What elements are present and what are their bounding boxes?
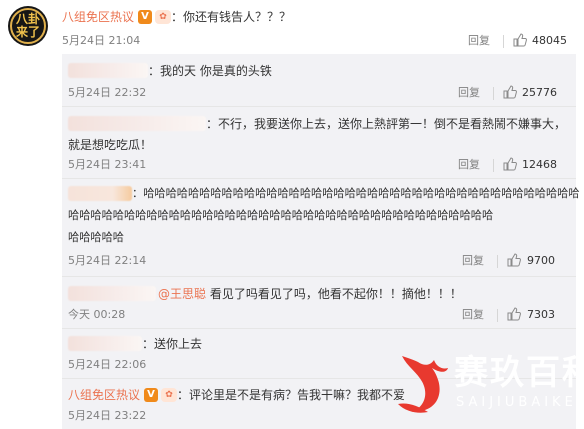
divider <box>62 328 576 329</box>
reply-button[interactable]: 回复 <box>462 308 484 322</box>
thumb-up-icon[interactable] <box>503 157 517 171</box>
like-count: 12468 <box>522 158 557 171</box>
divider <box>62 276 576 277</box>
thumb-up-icon[interactable] <box>507 253 521 267</box>
author-name[interactable]: 八组免区热议 <box>62 9 134 25</box>
thumb-up-icon[interactable] <box>507 307 521 321</box>
divider <box>62 106 576 107</box>
avatar[interactable]: 八卦 来了 <box>8 6 48 46</box>
fan-badge-icon: ✿ <box>161 388 177 402</box>
avatar-text-line2: 来了 <box>15 25 40 39</box>
reply-button[interactable]: 回复 <box>458 86 480 100</box>
reply-text-line2: 就是想吃吃瓜！ <box>68 138 153 152</box>
reply-author-name[interactable]: 八组免区热议 <box>68 387 140 403</box>
reply-text: ：评论里是不是有病？告我干嘛？我都不爱 <box>177 388 406 402</box>
reply-time: 5月24日 23:22 <box>68 409 147 422</box>
reply-text-line3: 哈哈哈哈哈 <box>68 231 124 244</box>
divider <box>62 178 576 179</box>
fan-badge-icon: ✿ <box>155 10 171 24</box>
reply-button[interactable]: 回复 <box>458 158 480 172</box>
watermark: 赛玖百科 SAIJIUBAIKE <box>384 348 584 429</box>
reply-text: ：送你上去 <box>142 337 203 351</box>
reply-text: ：我的天 你是真的头铁 <box>148 64 272 78</box>
verified-badge: V <box>138 10 152 24</box>
reply-author-blurred[interactable] <box>68 116 206 131</box>
reply-author-blurred[interactable] <box>68 286 156 301</box>
action-divider <box>497 255 498 268</box>
like-count: 9700 <box>527 254 555 267</box>
reply-author-blurred[interactable] <box>68 336 142 351</box>
thumb-up-icon[interactable] <box>513 33 527 47</box>
reply-text-line1: ：哈哈哈哈哈哈哈哈哈哈哈哈哈哈哈哈哈哈哈哈哈哈哈哈哈哈哈哈哈哈哈哈哈哈哈哈哈哈哈 <box>132 187 580 200</box>
comment-time: 5月24日 21:04 <box>62 34 141 47</box>
watermark-logo-icon <box>398 356 448 413</box>
action-divider <box>497 309 498 322</box>
reply-text-line1: ：不行，我要送你上去，送你上熱評第一！倒不是看熱鬧不嫌事大， <box>206 117 567 131</box>
like-count: 48045 <box>532 34 567 47</box>
reply-time: 5月24日 22:32 <box>68 86 147 99</box>
reply-author-blurred[interactable] <box>68 63 148 78</box>
thumb-up-icon[interactable] <box>503 85 517 99</box>
watermark-text-cn: 赛玖百科 <box>454 353 584 393</box>
reply-time: 5月24日 22:06 <box>68 358 147 371</box>
action-divider <box>503 35 504 48</box>
comment-text: ：你还有钱告人？？？ <box>171 10 292 24</box>
mention-link[interactable]: @王思聪 <box>158 287 206 301</box>
reply-time: 今天 00:28 <box>68 308 126 321</box>
like-count: 25776 <box>522 86 557 99</box>
action-divider <box>493 159 494 172</box>
watermark-text-en: SAIJIUBAIKE <box>456 395 577 410</box>
reply-button[interactable]: 回复 <box>462 254 484 268</box>
reply-time: 5月24日 23:41 <box>68 158 147 171</box>
reply-text-line2: 哈哈哈哈哈哈哈哈哈哈哈哈哈哈哈哈哈哈哈哈哈哈哈哈哈哈哈哈哈哈哈哈哈哈哈哈哈哈 <box>68 209 494 222</box>
reply-author-blurred[interactable] <box>68 186 132 201</box>
reply-time: 5月24日 22:14 <box>68 254 147 267</box>
like-count: 7303 <box>527 308 555 321</box>
verified-badge: V <box>144 388 158 402</box>
reply-text: @王思聪 看见了吗看见了吗，他看不起你！！摘他！！！ <box>158 286 462 302</box>
reply-button[interactable]: 回复 <box>468 34 490 48</box>
action-divider <box>493 87 494 100</box>
reply-text-body: 看见了吗看见了吗，他看不起你！！摘他！！！ <box>206 287 462 301</box>
